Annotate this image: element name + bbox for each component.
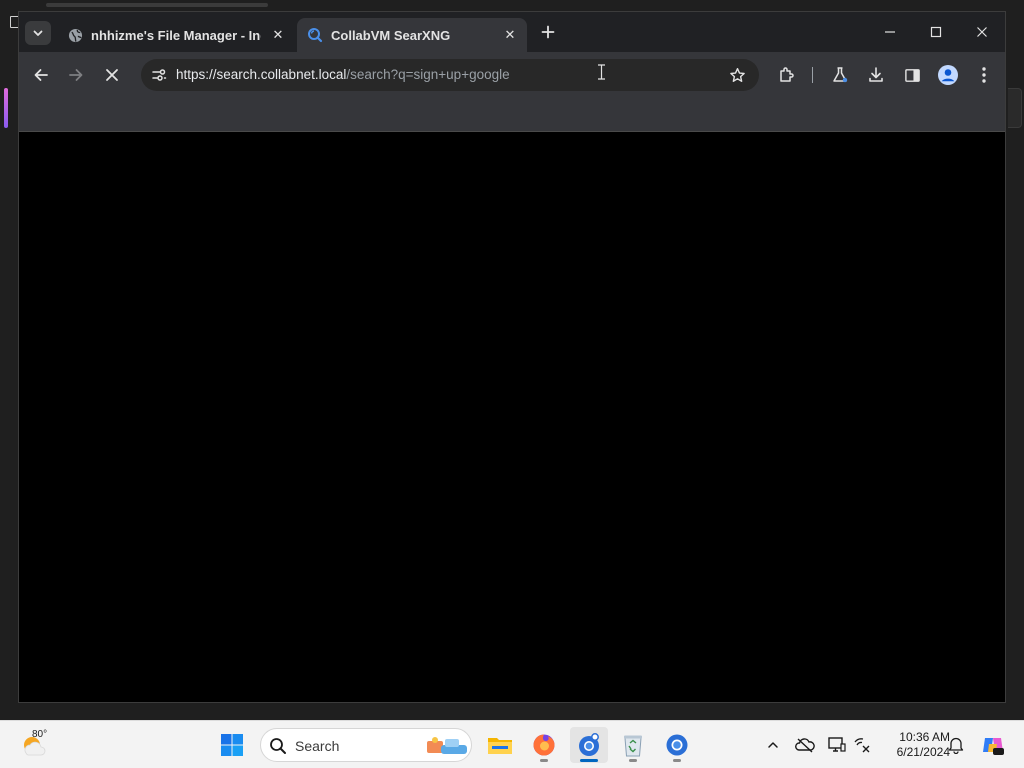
url-host: https://search.collabnet.local [176,67,347,82]
onedrive-icon [795,738,815,753]
globe-icon [67,27,83,43]
address-bar[interactable]: https://search.collabnet.local/search?q=… [141,59,759,91]
bookmark-star-icon [729,67,745,82]
close-window-button[interactable] [959,16,1005,48]
back-icon [34,69,48,81]
running-indicator [629,759,637,762]
bookmark-button[interactable] [724,63,750,87]
taskbar-firefox[interactable] [525,727,563,763]
maximize-button[interactable] [913,16,959,48]
weather-temperature: 80° [32,729,48,740]
tab-collabvm-searxng[interactable]: CollabVM SearXNG ✕ [297,18,527,52]
notifications-button[interactable] [945,734,967,756]
tray-display[interactable] [826,734,848,756]
profile-icon [938,65,958,85]
copilot-icon [983,738,1004,755]
download-button[interactable] [860,60,892,90]
tab-title: nhhizme's File Manager - Index [91,27,261,43]
browser-toolbar: https://search.collabnet.local/search?q=… [19,52,1005,98]
tab-title: CollabVM SearXNG [331,27,451,43]
start-button[interactable] [213,727,251,763]
side-panel-icon [904,68,920,82]
running-indicator [673,759,681,762]
new-tab-button[interactable] [537,21,559,43]
background-window-accent [4,88,8,128]
tab-strip: nhhizme's File Manager - Index ✕ CollabV… [19,12,1005,52]
running-indicator [540,759,548,762]
taskbar-chrome[interactable] [658,727,696,763]
taskbar: 80° Search 10:36 AM 6/21/2024 [0,720,1024,768]
taskbar-chrome-canary[interactable] [570,727,608,763]
show-hidden-icons-button[interactable] [762,734,784,756]
recycle-bin-icon [624,735,642,757]
taskbar-search-placeholder: Search [295,738,340,754]
side-panel-button[interactable] [896,60,928,90]
tab-search-button[interactable] [25,21,51,45]
clock-time: 10:36 AM [899,730,950,744]
taskbar-search-box[interactable]: Search [260,728,472,762]
chrome-canary-icon [579,733,599,756]
extensions-icon [780,67,794,82]
url-path: /search?q=sign+up+google [346,67,510,82]
background-window-edge [46,3,268,7]
close-tab-icon[interactable]: ✕ [501,26,519,44]
taskbar-recycle-bin[interactable] [614,727,652,763]
chevron-up-icon [768,742,778,748]
plus-icon [541,25,555,39]
forward-icon [69,69,83,81]
more-menu-icon [982,67,986,83]
searxng-icon [307,27,323,43]
toolbar-separator [812,67,813,83]
url-text: https://search.collabnet.local/search?q=… [176,67,510,82]
display-icon [828,737,846,752]
more-menu-button[interactable] [968,60,1000,90]
notification-bell-icon [948,737,964,754]
minimize-icon [885,31,895,33]
copilot-button[interactable] [980,734,1006,756]
chrome-icon [666,734,688,756]
start-icon [221,734,243,756]
stop-loading-icon [106,69,118,81]
tab-file-manager[interactable]: nhhizme's File Manager - Index ✕ [57,18,295,52]
close-icon [977,27,987,37]
close-tab-icon[interactable]: ✕ [269,26,287,44]
browser-window: nhhizme's File Manager - Index ✕ CollabV… [18,11,1006,703]
taskbar-file-explorer[interactable] [481,727,519,763]
text-cursor-icon [598,64,605,80]
back-button[interactable] [25,60,57,90]
search-icon [270,738,286,754]
extensions-button[interactable] [771,60,803,90]
profile-button[interactable] [932,60,964,90]
chevron-down-icon [33,30,43,36]
forward-button[interactable] [60,60,92,90]
accessibility-icon [854,738,870,753]
clock-date: 6/21/2024 [896,745,950,759]
running-indicator-focused [580,759,598,762]
page-content[interactable] [19,132,1005,702]
background-window-edge-right [1008,88,1022,128]
firefox-icon [533,734,555,756]
minimize-button[interactable] [867,16,913,48]
tray-onedrive[interactable] [794,734,816,756]
file-explorer-icon [488,738,512,754]
maximize-icon [930,26,942,38]
labs-button[interactable] [824,60,856,90]
system-clock[interactable]: 10:36 AM 6/21/2024 [870,730,950,760]
labs-icon [833,67,848,83]
stop-loading-button[interactable] [96,60,128,90]
search-highlight-illustration-icon [427,737,467,754]
bookmarks-bar [19,98,1005,132]
download-icon [869,67,883,82]
site-info-button[interactable] [147,63,171,87]
site-info-icon [152,69,167,81]
